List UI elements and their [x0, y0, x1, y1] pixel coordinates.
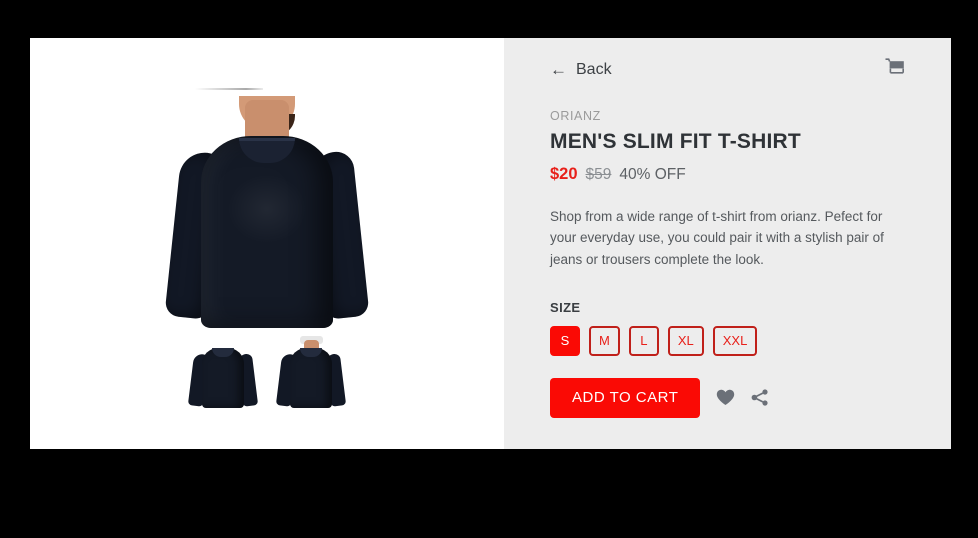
- back-button[interactable]: ← Back: [550, 61, 612, 79]
- back-arrow-icon: ←: [550, 60, 567, 79]
- original-price: $59: [585, 166, 612, 183]
- size-option-xxl[interactable]: XXL: [712, 325, 758, 356]
- shopping-cart-icon[interactable]: [885, 58, 905, 81]
- price-row: $20 $59 40% OFF: [550, 165, 905, 184]
- product-card: ← Back ORIANZ MEN'S SLIM FIT T-SHIRT $20…: [30, 38, 951, 449]
- thumbnail-front-view[interactable]: [275, 334, 347, 416]
- product-gallery: [30, 38, 504, 449]
- size-options: S M L XL XXL: [550, 325, 905, 356]
- product-hero-image[interactable]: [30, 38, 504, 328]
- size-option-xl[interactable]: XL: [667, 325, 704, 356]
- hero-stage: [164, 78, 370, 328]
- shirt-chest-highlight: [227, 174, 307, 244]
- product-title: MEN'S SLIM FIT T-SHIRT: [550, 130, 801, 153]
- product-brand: ORIANZ: [550, 109, 601, 123]
- size-section-label: SIZE: [550, 299, 581, 315]
- heart-icon[interactable]: [716, 389, 735, 406]
- back-button-label: Back: [576, 60, 612, 78]
- hanger-line: [195, 88, 263, 90]
- add-to-cart-button[interactable]: ADD TO CART: [550, 377, 701, 418]
- share-icon[interactable]: [751, 389, 769, 407]
- thumbnail-strip: [30, 334, 504, 416]
- thumb-torso: [202, 348, 244, 408]
- thumbnail-back-view[interactable]: [187, 334, 259, 416]
- product-description: Shop from a wide range of t-shirt from o…: [550, 209, 884, 267]
- product-page: ← Back ORIANZ MEN'S SLIM FIT T-SHIRT $20…: [0, 0, 978, 538]
- size-option-s[interactable]: S: [550, 325, 580, 356]
- current-price: $20: [550, 165, 578, 183]
- details-top-bar: ← Back: [550, 38, 905, 81]
- size-option-m[interactable]: M: [589, 325, 620, 356]
- product-details-panel: ← Back ORIANZ MEN'S SLIM FIT T-SHIRT $20…: [504, 38, 951, 449]
- action-row: ADD TO CART: [550, 377, 905, 418]
- discount-badge: 40% OFF: [619, 166, 686, 183]
- thumb-torso: [290, 348, 332, 408]
- size-option-l[interactable]: L: [628, 325, 659, 356]
